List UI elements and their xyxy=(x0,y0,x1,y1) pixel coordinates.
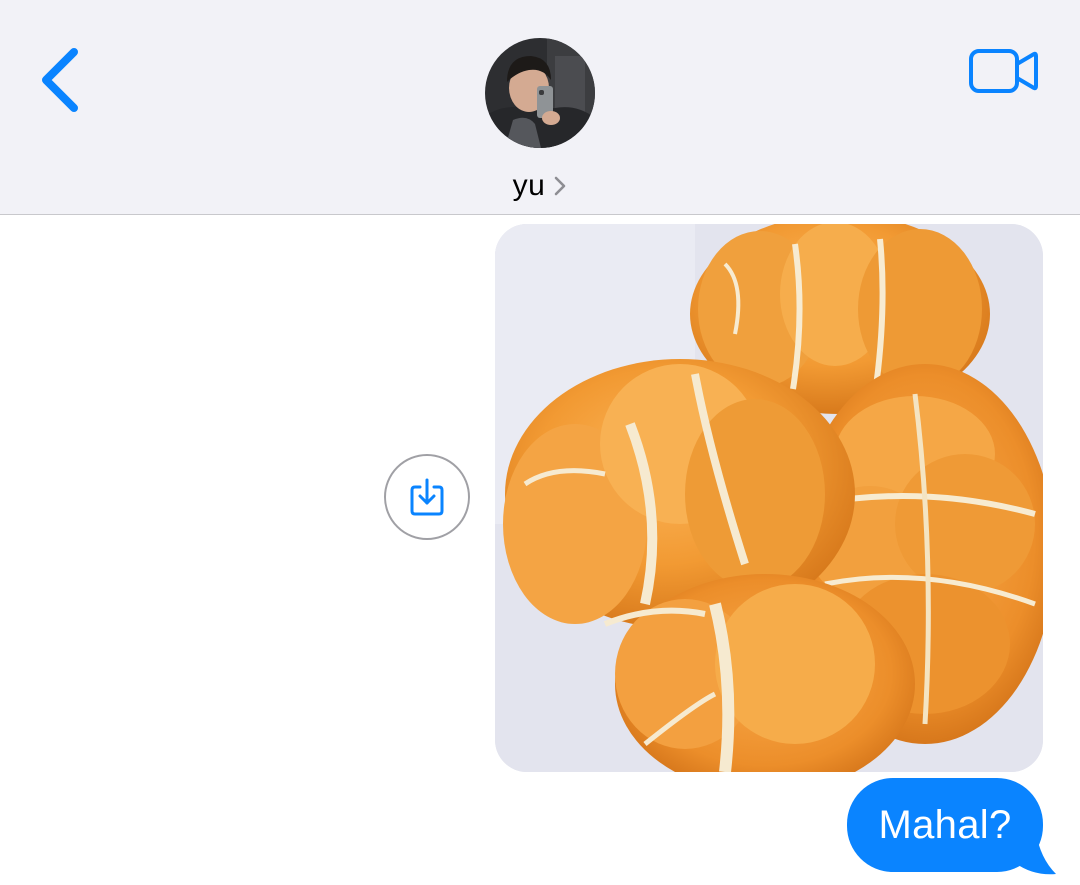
image-message[interactable] xyxy=(495,224,1043,772)
conversation-screen: yu Mahal? xyxy=(0,0,1080,885)
message-text: Mahal? xyxy=(878,802,1012,847)
conversation-header: yu xyxy=(0,0,1080,215)
bubble-tail xyxy=(1014,832,1056,875)
chevron-left-icon xyxy=(42,48,78,112)
chevron-right-icon xyxy=(555,176,566,196)
save-image-button[interactable] xyxy=(384,454,470,540)
contact-avatar[interactable] xyxy=(485,38,595,148)
contact-name-button[interactable]: yu xyxy=(0,164,1080,208)
contact-name: yu xyxy=(512,169,546,202)
mandarin-oranges-photo xyxy=(495,224,1043,772)
back-button[interactable] xyxy=(30,40,94,120)
avatar-photo xyxy=(485,38,595,148)
video-camera-icon xyxy=(969,49,1038,93)
save-to-photos-icon xyxy=(410,478,444,516)
video-call-button[interactable] xyxy=(964,44,1044,98)
